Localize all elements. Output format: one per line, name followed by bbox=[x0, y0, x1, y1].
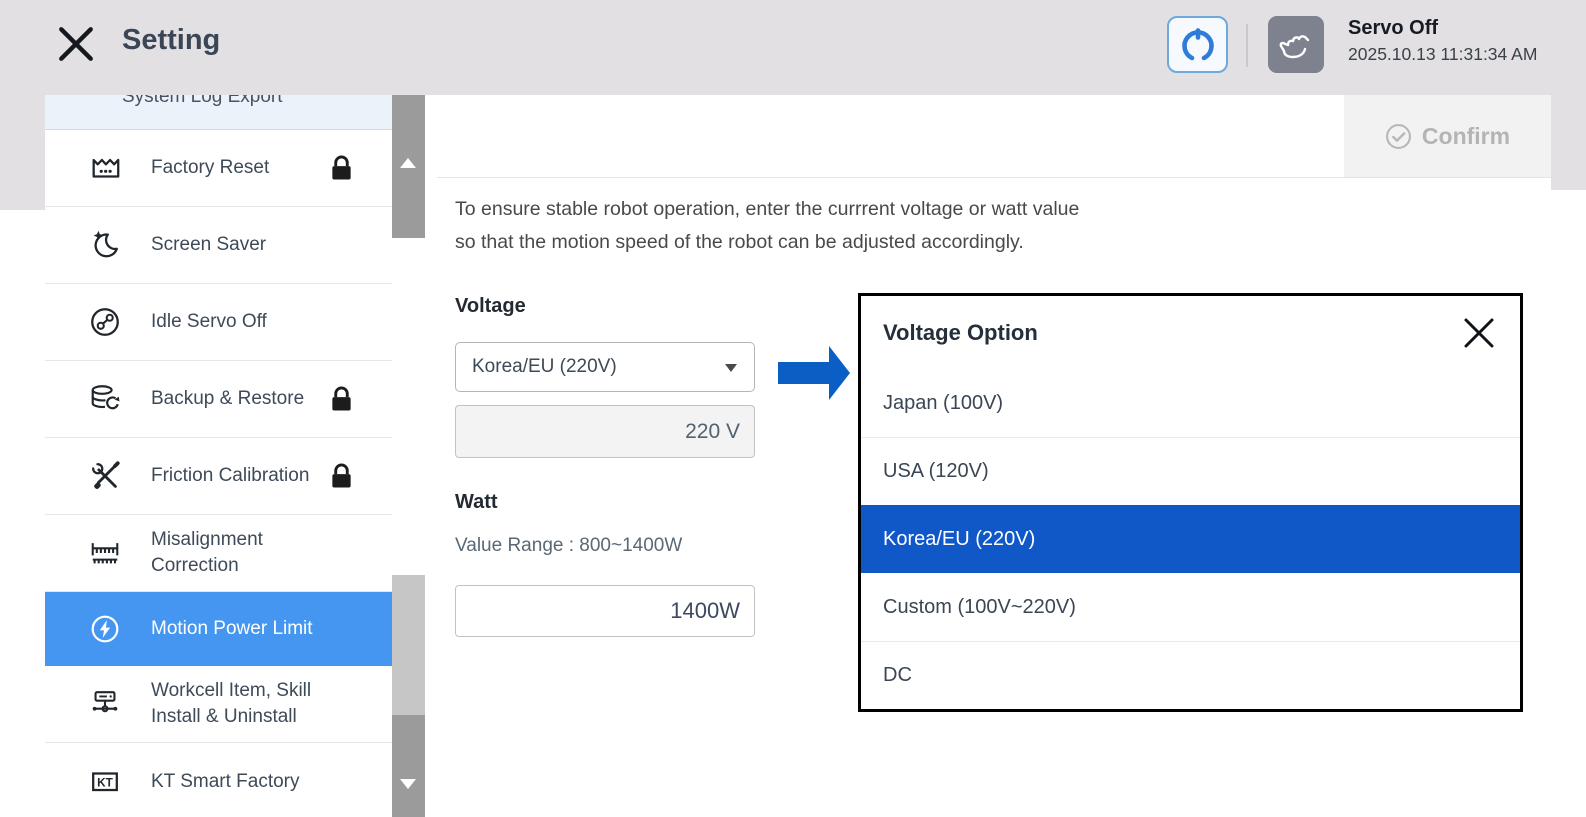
voltage-dropdown-value: Korea/EU (220V) bbox=[472, 356, 617, 378]
sidebar-item-friction-calibration[interactable]: Friction Calibration bbox=[45, 438, 392, 515]
pointer-arrow-icon bbox=[778, 345, 851, 401]
sidebar-item-label: Factory Reset bbox=[151, 155, 269, 181]
sidebar-item-label: Backup & Restore bbox=[151, 386, 304, 412]
power-bolt-icon bbox=[87, 611, 123, 647]
sidebar-item-label: Friction Calibration bbox=[151, 463, 309, 489]
close-button[interactable] bbox=[53, 19, 99, 69]
panel-toolbar: Confirm bbox=[437, 95, 1551, 178]
check-circle-icon bbox=[1385, 123, 1412, 150]
popup-header: Voltage Option bbox=[861, 296, 1520, 369]
scrollbar-up-button[interactable] bbox=[392, 95, 425, 238]
sidebar-item-backup-restore[interactable]: Backup & Restore bbox=[45, 361, 392, 438]
lock-icon bbox=[329, 154, 354, 183]
main-panel: Confirm To ensure stable robot operation… bbox=[437, 95, 1551, 817]
factory-icon bbox=[87, 150, 123, 186]
watt-label: Watt bbox=[455, 491, 498, 514]
voltage-option-usa[interactable]: USA (120V) bbox=[861, 437, 1520, 505]
gripper-icon bbox=[1178, 25, 1218, 65]
gripper-status-button[interactable] bbox=[1167, 16, 1228, 73]
lock-icon bbox=[329, 385, 354, 414]
svg-text:KT: KT bbox=[97, 776, 114, 790]
sidebar-scrollbar bbox=[392, 95, 425, 817]
sidebar-item-label: Screen Saver bbox=[151, 232, 266, 258]
settings-menu: System Log Export Factory Reset Screen S… bbox=[45, 95, 425, 817]
settings-menu-list: System Log Export Factory Reset Screen S… bbox=[45, 95, 392, 817]
close-icon bbox=[1461, 315, 1497, 351]
lock-icon bbox=[329, 462, 354, 491]
description-text: To ensure stable robot operation, enter … bbox=[455, 193, 1079, 259]
sidebar-item-misalignment-correction[interactable]: MisalignmentCorrection bbox=[45, 515, 392, 592]
sidebar-item-label: Idle Servo Off bbox=[151, 309, 267, 335]
sidebar-item-label: MisalignmentCorrection bbox=[151, 527, 263, 579]
setting-screen: Setting Servo Off 2025.10.13 11:31:34 AM bbox=[0, 0, 1586, 817]
hand-gesture-icon bbox=[1276, 25, 1316, 65]
confirm-label: Confirm bbox=[1422, 123, 1510, 150]
sidebar-item-label: System Log Export bbox=[122, 95, 392, 110]
voltage-option-custom[interactable]: Custom (100V~220V) bbox=[861, 573, 1520, 641]
confirm-button[interactable]: Confirm bbox=[1344, 95, 1551, 177]
header-divider bbox=[1246, 24, 1248, 67]
database-restore-icon bbox=[87, 381, 123, 417]
workcell-tree-icon bbox=[87, 686, 123, 722]
voltage-value-field[interactable] bbox=[455, 405, 755, 458]
sidebar-item-label: Workcell Item, SkillInstall & Uninstall bbox=[151, 678, 311, 730]
sidebar-item-system-log-export[interactable]: System Log Export bbox=[45, 95, 392, 130]
watt-range-hint: Value Range : 800~1400W bbox=[455, 535, 682, 557]
sidebar-item-screen-saver[interactable]: Screen Saver bbox=[45, 207, 392, 284]
kt-box-icon: KT bbox=[87, 764, 123, 800]
voltage-label: Voltage bbox=[455, 295, 526, 318]
right-margin-strip bbox=[1551, 95, 1586, 190]
header-bar: Setting Servo Off 2025.10.13 11:31:34 AM bbox=[0, 0, 1586, 95]
sidebar-item-idle-servo-off[interactable]: Idle Servo Off bbox=[45, 284, 392, 361]
watt-value-field[interactable] bbox=[455, 585, 755, 637]
star-moon-icon bbox=[87, 227, 123, 263]
voltage-option-dc[interactable]: DC bbox=[861, 641, 1520, 709]
chevron-down-icon bbox=[725, 364, 737, 372]
scroll-down-icon bbox=[400, 779, 416, 789]
joint-circle-icon bbox=[87, 304, 123, 340]
ruler-icon bbox=[87, 535, 123, 571]
popup-close-button[interactable] bbox=[1460, 314, 1498, 352]
voltage-option-korea-eu[interactable]: Korea/EU (220V) bbox=[861, 505, 1520, 573]
popup-title: Voltage Option bbox=[883, 320, 1038, 346]
sidebar-item-motion-power-limit[interactable]: Motion Power Limit bbox=[45, 592, 392, 666]
sidebar-item-workcell-install[interactable]: Workcell Item, SkillInstall & Uninstall bbox=[45, 666, 392, 743]
left-margin-strip bbox=[0, 95, 45, 210]
sidebar-item-kt-smart-factory[interactable]: KT KT Smart Factory bbox=[45, 743, 392, 817]
servo-status: Servo Off bbox=[1348, 17, 1438, 40]
sidebar-item-factory-reset[interactable]: Factory Reset bbox=[45, 130, 392, 207]
scroll-up-icon bbox=[400, 158, 416, 168]
voltage-option-japan[interactable]: Japan (100V) bbox=[861, 369, 1520, 437]
close-icon bbox=[55, 23, 97, 65]
hand-guide-button[interactable] bbox=[1268, 16, 1324, 73]
voltage-option-popup: Voltage Option Japan (100V) USA (120V) K… bbox=[858, 293, 1523, 712]
tools-icon bbox=[87, 458, 123, 494]
sidebar-item-label: Motion Power Limit bbox=[151, 616, 313, 642]
voltage-dropdown[interactable]: Korea/EU (220V) bbox=[455, 342, 755, 392]
page-title: Setting bbox=[122, 24, 220, 57]
sidebar-item-label: KT Smart Factory bbox=[151, 769, 300, 795]
scrollbar-down-button[interactable] bbox=[392, 715, 425, 817]
timestamp: 2025.10.13 11:31:34 AM bbox=[1348, 44, 1537, 65]
scrollbar-thumb[interactable] bbox=[392, 575, 425, 715]
